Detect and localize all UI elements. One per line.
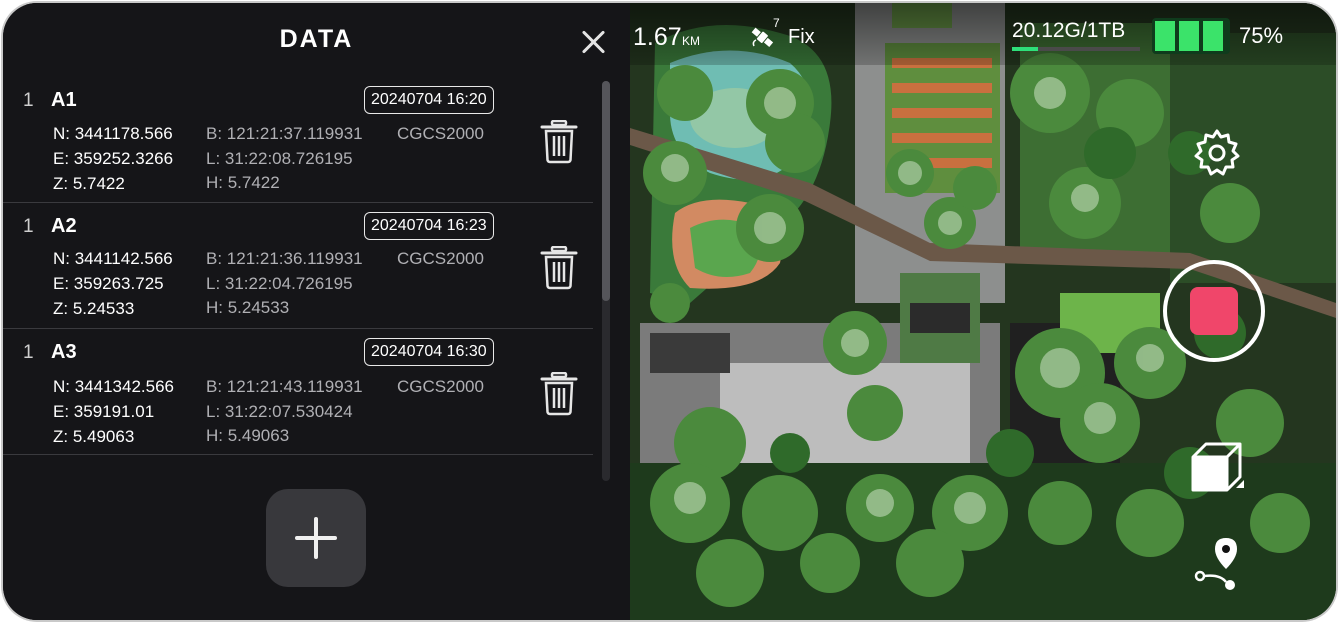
trash-icon[interactable]: [539, 246, 579, 290]
storage-text: 20.12G/1TB: [1012, 19, 1126, 42]
record-elevation: Z: 5.24533: [53, 299, 135, 318]
record-button[interactable]: [1163, 260, 1265, 362]
distance-unit: KM: [682, 34, 700, 48]
gear-icon[interactable]: [1192, 128, 1242, 178]
record-easting: E: 359252.3266: [53, 149, 174, 168]
record-height: H: 5.24533: [206, 298, 290, 317]
location-route-icon[interactable]: [1192, 536, 1244, 592]
record-latitude: B: 121:21:37.119931: [206, 124, 363, 143]
status-bar: 1.67 KM 7 Fix 20.12G/1TB 75%: [630, 3, 1336, 65]
record-index: 1: [23, 342, 34, 363]
record-name: A1: [51, 89, 77, 111]
record-index: 1: [23, 90, 34, 111]
record-crs: CGCS2000: [397, 249, 484, 268]
battery-level: [1155, 21, 1223, 51]
record-name: A2: [51, 215, 77, 237]
record-elevation: Z: 5.7422: [53, 174, 125, 193]
record-item[interactable]: 1 A3 20240704 16:30 N: 3441342.566 E: 35…: [3, 328, 593, 455]
satellite-count: 7: [773, 16, 780, 30]
record-northing: N: 3441142.566: [53, 249, 173, 268]
record-time-badge: 20240704 16:30: [364, 338, 494, 366]
record-index: 1: [23, 216, 34, 237]
record-crs: CGCS2000: [397, 124, 484, 143]
battery-percent: 75%: [1239, 23, 1284, 48]
record-latitude: B: 121:21:43.119931: [206, 377, 363, 396]
storage-bar-fill: [1012, 47, 1038, 51]
panel-title: DATA: [279, 25, 354, 53]
distance-value: 1.67: [633, 23, 682, 51]
record-crs: CGCS2000: [397, 377, 484, 396]
cube-view-icon[interactable]: [1188, 439, 1248, 499]
record-height: H: 5.7422: [206, 173, 280, 192]
record-elevation: Z: 5.49063: [53, 427, 135, 446]
record-northing: N: 3441342.566: [53, 377, 174, 396]
record-easting: E: 359191.01: [53, 402, 155, 421]
record-list[interactable]: 1 A1 20240704 16:20 N: 3441178.566 E: 35…: [3, 76, 603, 456]
record-item[interactable]: 1 A1 20240704 16:20 N: 3441178.566 E: 35…: [3, 76, 593, 203]
close-icon[interactable]: [577, 27, 609, 59]
record-height: H: 5.49063: [206, 426, 290, 445]
record-latitude: B: 121:21:36.119931: [206, 249, 363, 268]
record-item[interactable]: 1 A2 20240704 16:23 N: 3441142.566 E: 35…: [3, 202, 593, 329]
fix-status: Fix: [788, 26, 815, 48]
record-stop-icon: [1190, 287, 1238, 335]
record-longitude: L: 31:22:04.726195: [206, 274, 353, 293]
trash-icon[interactable]: [539, 372, 579, 416]
device-frame: DATA 1 A1 20240704 16:20 N: 3441178.566 …: [3, 3, 1336, 620]
battery-icon: [1152, 18, 1230, 54]
data-panel: DATA 1 A1 20240704 16:20 N: 3441178.566 …: [3, 3, 630, 620]
record-easting: E: 359263.725: [53, 274, 164, 293]
trash-icon[interactable]: [539, 120, 579, 164]
storage-bar: [1012, 47, 1140, 51]
list-scrollbar[interactable]: [602, 81, 610, 481]
record-northing: N: 3441178.566: [53, 124, 173, 143]
record-name: A3: [51, 341, 77, 363]
scrollbar-thumb[interactable]: [602, 81, 610, 301]
record-longitude: L: 31:22:07.530424: [206, 402, 353, 421]
record-time-badge: 20240704 16:20: [364, 86, 494, 114]
record-longitude: L: 31:22:08.726195: [206, 149, 353, 168]
record-time-badge: 20240704 16:23: [364, 212, 494, 240]
add-record-button[interactable]: [266, 489, 366, 587]
